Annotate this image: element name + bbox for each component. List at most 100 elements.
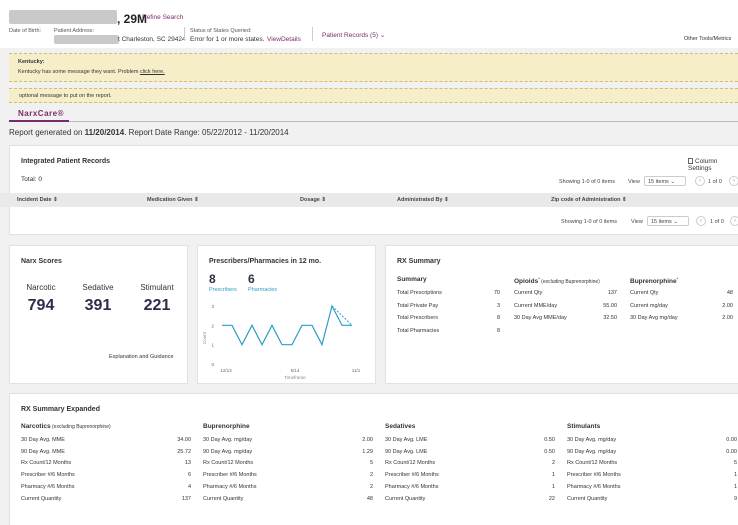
x-tick-label: 5/14 (291, 368, 300, 373)
col-medication-given[interactable]: Medication Given ⇕ (147, 197, 199, 203)
sort-icon: ⇕ (53, 197, 58, 203)
rx-summary-card: RX Summary Summary Opioids* (excluding B… (385, 245, 738, 384)
next-page-button-bottom[interactable]: › (730, 216, 738, 226)
patient-header: , 29M Refine Search Date of Birth: Patie… (0, 0, 738, 48)
col-dosage[interactable]: Dosage ⇕ (300, 197, 326, 203)
series-line (222, 304, 352, 347)
expanded-group-heading: Sedatives (385, 423, 415, 430)
expanded-group-note: (excluding Buprenorphine) (50, 424, 111, 430)
showing-count-bottom: Showing 1-0 of 0 items (561, 219, 617, 225)
expanded-group-heading-label: Sedatives (385, 423, 416, 430)
page-indicator-bottom: 1 of 0 (710, 219, 724, 225)
expanded-row-value: 1.29 (362, 448, 373, 455)
divider (312, 27, 313, 41)
prescribers-card: Prescribers/Pharmacies in 12 mo. 8 Presc… (197, 245, 376, 384)
status-label: Status of States Queried: (190, 28, 252, 34)
expanded-row-value: 5 (369, 460, 373, 467)
score-label-sedative: Sedative (82, 283, 114, 292)
showing-count: Showing 1-0 of 0 items (559, 179, 615, 185)
bup-row-value: 48 (726, 290, 733, 296)
expanded-group-heading: Narcotics (excluding Buprenorphine) (21, 423, 111, 430)
view-details-link[interactable]: ViewDetails (267, 36, 301, 43)
column-settings-button[interactable]: Column Settings (688, 158, 738, 172)
y-tick-label: 2 (211, 323, 214, 328)
col-medication-given-label: Medication Given (147, 197, 193, 203)
expanded-row-value: 1 (733, 483, 737, 490)
chevron-right-icon: › (734, 218, 736, 224)
state-message-text: Kentucky has some message they want. Pro… (18, 69, 140, 75)
refine-search-link[interactable]: Refine Search (142, 14, 183, 21)
expanded-row-value: 25.72 (177, 448, 191, 455)
redacted-address (54, 35, 119, 44)
patient-records-dropdown[interactable]: Patient Records (5) ⌄ (322, 31, 385, 39)
tab-active-indicator (9, 120, 69, 122)
rx-expanded-card: RX Summary Expanded Narcotics (excluding… (9, 393, 738, 525)
opioid-row-value: 55.00 (603, 302, 617, 309)
optional-message-banner: optional message to put on the report. (9, 88, 738, 103)
x-axis-label: Timeframe (284, 375, 306, 380)
col-administrated-by-label: Administrated By (397, 197, 443, 203)
bup-row-value: 2.00 (722, 302, 733, 309)
explanation-link[interactable]: Explanation and Guidance (109, 354, 174, 360)
expanded-row-value: 1 (551, 483, 555, 490)
pharmacies-label: Pharmacies (248, 287, 278, 293)
col-zip-code[interactable]: Zip code of Administration ⇕ (551, 197, 627, 203)
opioids-heading: Opioids* (excluding Buprenorphine) (514, 276, 600, 285)
y-tick-label: 3 (211, 304, 214, 309)
summary-row-value: 8 (496, 315, 500, 321)
integrated-records-card: Integrated Patient Records Column Settin… (9, 145, 738, 235)
prescribers-label: Prescribers (209, 287, 237, 293)
per-page-select[interactable]: 15 items ⌄ (644, 176, 686, 186)
chevron-left-icon: ‹ (700, 218, 702, 224)
expanded-row-value: 13 (184, 460, 191, 467)
rx-summary-title: RX Summary (397, 258, 441, 265)
score-value-narcotic: 794 (27, 297, 55, 314)
click-here-link[interactable]: click here. (140, 69, 165, 75)
other-tools-link[interactable]: Other Tools/Metrics (684, 36, 731, 42)
report-prefix: Report generated on (9, 128, 85, 137)
expanded-row-value: 5 (733, 460, 737, 467)
expanded-row-value: 6 (187, 472, 191, 479)
col-incident-date[interactable]: Incident Date ⇕ (17, 197, 58, 203)
integrated-title: Integrated Patient Records (21, 158, 111, 165)
records-table-header: Incident Date ⇕ Medication Given ⇕ Dosag… (0, 193, 738, 207)
x-tick-label: 11/1 (352, 368, 361, 373)
per-page-value-bottom: 15 items (651, 219, 672, 225)
prev-page-button-bottom[interactable]: ‹ (696, 216, 706, 226)
prev-page-button[interactable]: ‹ (695, 176, 705, 186)
opioids-heading-label: Opioids (514, 278, 539, 286)
redacted-name (9, 10, 117, 24)
expanded-group-heading-label: Buprenorphine (203, 423, 250, 430)
state-message: Kentucky has some message they want. Pro… (18, 69, 165, 75)
chevron-left-icon: ‹ (699, 178, 701, 184)
tab-narxcare[interactable]: NarxCare® (18, 109, 64, 118)
bup-heading-label: Buprenorphine (630, 278, 677, 286)
chevron-down-icon: ⌄ (673, 219, 678, 225)
chevron-down-icon: ⌄ (670, 179, 675, 185)
address-label: Patient Address: (54, 28, 95, 34)
view-label-bottom: View (631, 219, 643, 225)
col-administrated-by[interactable]: Administrated By ⇕ (397, 197, 449, 203)
sort-icon: ⇕ (194, 197, 199, 203)
sort-icon: ⇕ (321, 197, 327, 203)
per-page-select-bottom[interactable]: 15 items ⌄ (647, 216, 689, 226)
sort-icon: ⇕ (444, 197, 449, 203)
summary-heading: Summary (397, 276, 427, 283)
opioid-row-value: 32.50 (603, 315, 617, 321)
chevron-down-icon: ⌄ (379, 32, 386, 39)
bup-asterisk: * (676, 276, 679, 281)
expanded-row-value: 48 (366, 495, 373, 502)
col-zip-code-label: Zip code of Administration (551, 197, 621, 203)
patient-records-label: Patient Records (5) (322, 32, 378, 39)
opioids-note: (excluding Buprenorphine) (539, 279, 600, 286)
prescribers-chart: 3 2 1 0 Count 12/13 5/14 11/1 Timeframe (202, 304, 361, 380)
bup-row-value: 2.00 (722, 315, 733, 321)
dob-label: Date of Birth: (9, 28, 42, 34)
next-page-button[interactable]: › (729, 176, 738, 186)
prescribers-count: 8 (209, 272, 216, 286)
divider (184, 27, 185, 41)
expanded-row-value: 34.00 (177, 437, 191, 443)
address-value: t Charleston, SC 29424 (118, 36, 186, 43)
expanded-row-value: 4 (187, 483, 191, 490)
report-info: Report generated on 11/20/2014. Report D… (9, 128, 289, 137)
